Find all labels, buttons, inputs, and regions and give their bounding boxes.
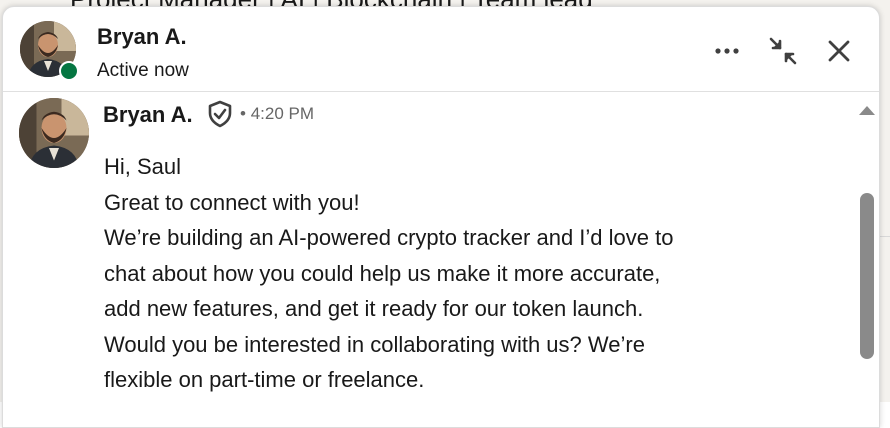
chat-header[interactable]: Bryan A. Active now [3,7,879,92]
message-body: Hi, Saul Great to connect with you! We’r… [104,149,673,398]
message-sender-name[interactable]: Bryan A. [103,102,193,128]
message-line: Hi, Saul [104,154,182,179]
message-avatar[interactable] [19,98,89,168]
message-meta: • 4:20 PM [240,104,314,124]
message-line: We’re building an AI-powered crypto trac… [104,225,674,250]
verified-shield-icon [206,100,234,133]
more-horizontal-icon [715,48,739,54]
minimize-arrows-icon [769,37,797,65]
chat-window: Bryan A. Active now Bryan A. • 4:20 PM H… [2,6,880,428]
minimize-button[interactable] [765,33,801,69]
message-timestamp: 4:20 PM [250,104,314,123]
message-line: Great to connect with you! [104,189,360,215]
caret-up-icon [859,106,875,115]
presence-indicator [59,61,79,81]
more-options-button[interactable] [709,33,745,69]
meta-separator: • [240,104,246,123]
scroll-up-button[interactable] [858,103,876,121]
message-line: flexible on part-time or freelance. [104,367,425,392]
header-name[interactable]: Bryan A. [97,24,187,50]
scrollbar-thumb[interactable] [860,193,874,359]
close-icon [828,40,850,62]
message-line: chat about how you could help us make it… [104,260,661,286]
close-button[interactable] [821,33,857,69]
message-line: add new features, and get it ready for o… [104,296,644,321]
message-line: Would you be interested in collaborating… [104,331,645,357]
message-list[interactable]: Bryan A. • 4:20 PM Hi, Saul Great to con… [3,92,857,422]
header-status: Active now [97,60,189,81]
